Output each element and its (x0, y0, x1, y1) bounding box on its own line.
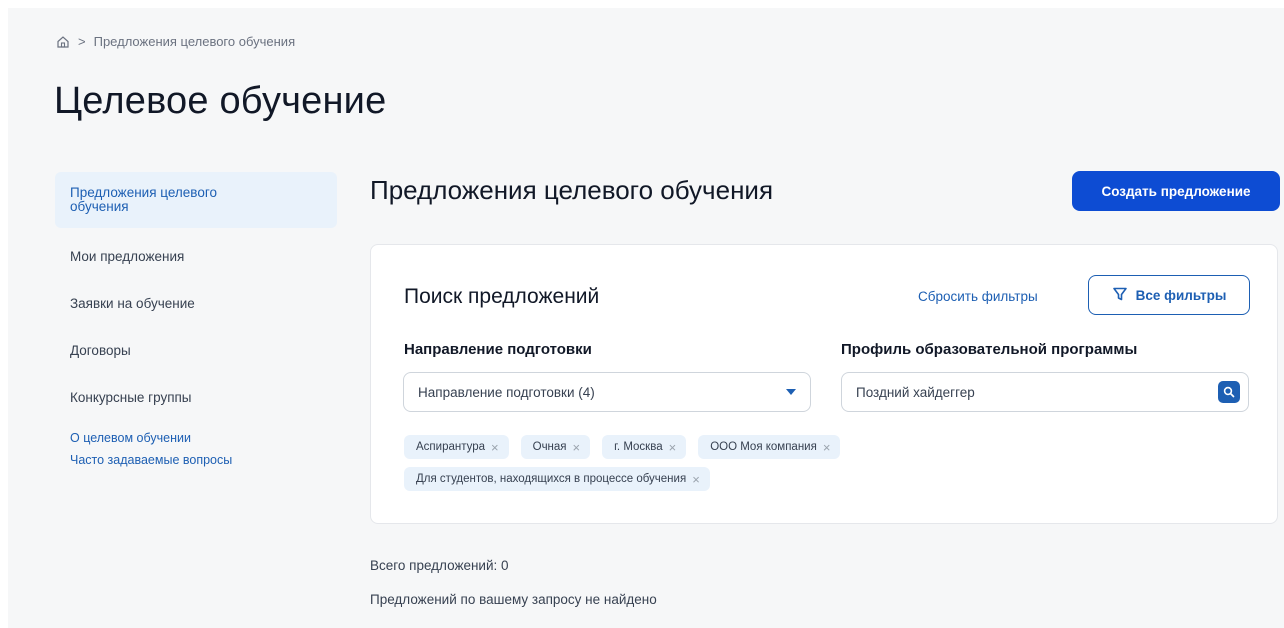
direction-select-value: Направление подготовки (4) (418, 384, 595, 400)
search-card: Поиск предложений Сбросить фильтры Все ф… (370, 244, 1278, 524)
sidebar-item-label: Предложения целевого обучения (70, 185, 217, 214)
direction-select[interactable]: Направление подготовки (4) (403, 372, 811, 412)
sidebar-link-faq[interactable]: Часто задаваемые вопросы (55, 453, 337, 467)
reset-filters-link[interactable]: Сбросить фильтры (918, 289, 1038, 304)
sidebar-item-contracts[interactable]: Договоры (55, 330, 337, 370)
breadcrumb: > Предложения целевого обучения (56, 34, 295, 49)
profile-search (841, 372, 1249, 412)
filter-chip-label: Очная (532, 441, 567, 453)
sidebar-item-competition-groups[interactable]: Конкурсные группы (55, 377, 337, 417)
filter-chips: Аспирантура × Очная × г. Москва × ООО Мо… (404, 435, 1004, 491)
close-icon[interactable]: × (823, 441, 831, 454)
close-icon[interactable]: × (491, 441, 499, 454)
filter-chip: г. Москва × (602, 435, 687, 459)
filter-icon (1112, 286, 1128, 305)
close-icon[interactable]: × (573, 441, 581, 454)
sidebar-item-label: Заявки на обучение (70, 295, 195, 311)
filter-chip: Для студентов, находящихся в процессе об… (404, 467, 710, 491)
filter-chip: ООО Моя компания × (698, 435, 841, 459)
sidebar-item-applications[interactable]: Заявки на обучение (55, 283, 337, 323)
filter-chip-label: ООО Моя компания (710, 441, 817, 453)
page-title: Целевое обучение (54, 80, 387, 122)
all-filters-label: Все фильтры (1135, 287, 1227, 303)
sidebar-item-offers[interactable]: Предложения целевого обучения (55, 172, 337, 228)
sidebar-item-label: Мои предложения (70, 248, 185, 264)
profile-search-input[interactable] (842, 374, 1218, 410)
filter-chip-label: Аспирантура (416, 441, 486, 453)
home-icon[interactable] (56, 35, 70, 49)
filter-chip: Очная × (520, 435, 591, 459)
sidebar-item-my-offers[interactable]: Мои предложения (55, 236, 337, 276)
close-icon[interactable]: × (692, 473, 700, 486)
section-title: Предложения целевого обучения (370, 175, 774, 205)
sidebar-link-about[interactable]: О целевом обучении (55, 431, 337, 445)
chevron-down-icon (786, 389, 796, 395)
total-count: Всего предложений: 0 (370, 558, 509, 573)
search-icon[interactable] (1218, 381, 1240, 403)
create-offer-button[interactable]: Создать предложение (1072, 171, 1280, 211)
breadcrumb-current: Предложения целевого обучения (93, 34, 296, 49)
close-icon[interactable]: × (669, 441, 677, 454)
sidebar-item-label: Конкурсные группы (70, 389, 192, 405)
sidebar-item-label: Договоры (70, 342, 131, 358)
search-card-title: Поиск предложений (404, 285, 600, 308)
profile-label: Профиль образовательной программы (841, 341, 1138, 358)
filter-chip-label: г. Москва (614, 441, 663, 453)
breadcrumb-separator: > (78, 34, 86, 49)
filter-chip: Аспирантура × (404, 435, 509, 459)
empty-state-message: Предложений по вашему запросу не найдено (370, 592, 657, 607)
direction-label: Направление подготовки (404, 341, 592, 358)
page-container: > Предложения целевого обучения Целевое … (8, 8, 1284, 628)
all-filters-button[interactable]: Все фильтры (1088, 275, 1250, 315)
filter-chip-label: Для студентов, находящихся в процессе об… (416, 473, 687, 485)
sidebar: Предложения целевого обучения Мои предло… (55, 172, 337, 467)
